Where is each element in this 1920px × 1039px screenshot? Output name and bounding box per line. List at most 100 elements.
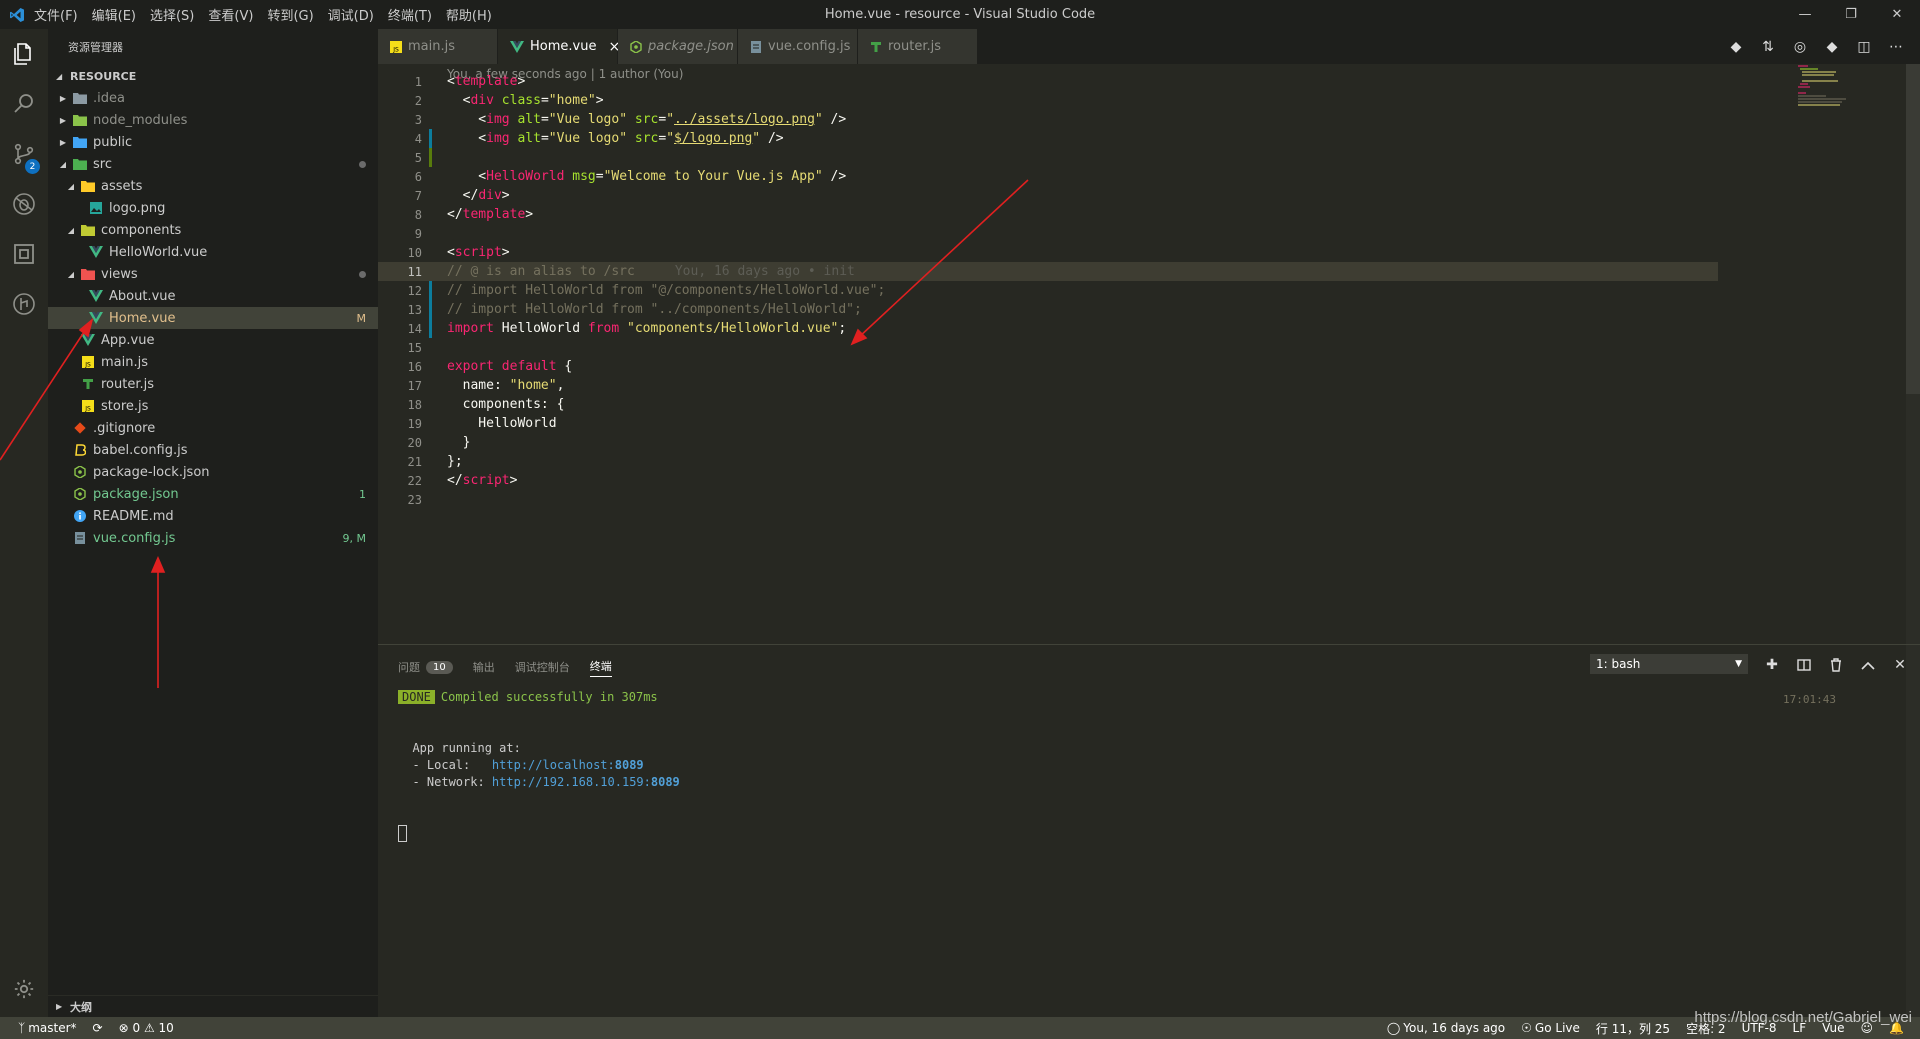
tree-item[interactable]: babel.config.js — [48, 439, 378, 461]
code-line[interactable]: 13 // import HelloWorld from "../componen… — [378, 300, 1718, 319]
code-line[interactable]: 15 — [378, 338, 1718, 357]
tree-item[interactable]: About.vue — [48, 285, 378, 307]
language-mode[interactable]: Vue — [1822, 1021, 1844, 1035]
editor-scrollbar[interactable] — [1906, 64, 1920, 644]
code-line[interactable]: 11 // @ is an alias to /src You, 16 days a… — [378, 262, 1718, 281]
maximize-panel-icon[interactable] — [1852, 660, 1884, 670]
feedback-icon[interactable]: ☺ — [1861, 1021, 1874, 1035]
notifications-bell-icon[interactable]: 🔔 — [1889, 1021, 1904, 1035]
panel-tab[interactable]: 终端 — [589, 658, 612, 677]
debug-icon[interactable] — [0, 179, 48, 229]
tree-item[interactable]: package.json 1 — [48, 483, 378, 505]
tree-item[interactable]: ▶ .idea — [48, 87, 378, 109]
local-url[interactable]: http://localhost: — [492, 758, 615, 772]
tree-item-selected[interactable]: Home.vue M — [48, 307, 378, 329]
code-line[interactable]: 9 — [378, 224, 1718, 243]
problems-indicator[interactable]: ⊗ 0 ⚠ 10 — [119, 1021, 174, 1035]
minimap[interactable] — [1796, 64, 1856, 124]
go-live-button[interactable]: ☉ Go Live — [1521, 1021, 1580, 1035]
tree-item[interactable]: ▶ node_modules — [48, 109, 378, 131]
cursor-position[interactable]: 行 11，列 25 — [1596, 1020, 1670, 1037]
code-line[interactable]: 20 } — [378, 433, 1718, 452]
open-changes-icon[interactable]: ⇅ — [1752, 39, 1784, 55]
minimize-icon[interactable]: — — [1782, 0, 1828, 29]
extensions-icon[interactable] — [0, 229, 48, 279]
gitlens-icon[interactable] — [0, 279, 48, 329]
menu-item[interactable]: 调试(D) — [328, 9, 374, 24]
tree-item[interactable]: ▶ public — [48, 131, 378, 153]
tree-item[interactable]: HelloWorld.vue — [48, 241, 378, 263]
tree-item[interactable]: logo.png — [48, 197, 378, 219]
tree-item[interactable]: package-lock.json — [48, 461, 378, 483]
editor-tab[interactable]: vue.config.js — [738, 29, 858, 64]
tree-item[interactable]: JS main.js — [48, 351, 378, 373]
code-line[interactable]: 19 HelloWorld — [378, 414, 1718, 433]
workspace-section[interactable]: ◢ RESOURCE — [48, 65, 378, 87]
network-port[interactable]: 8089 — [651, 775, 680, 789]
code-line[interactable]: 5 — [378, 148, 1718, 167]
panel-tab[interactable]: 输出 — [473, 659, 495, 675]
panel-tab[interactable]: 调试控制台 — [515, 659, 570, 675]
code-line[interactable]: 3 <img alt="Vue logo" src="../assets/log… — [378, 110, 1718, 129]
local-port[interactable]: 8089 — [615, 758, 644, 772]
preview-icon[interactable]: ◎ — [1784, 39, 1816, 55]
trash-icon[interactable] — [1820, 658, 1852, 672]
close-window-icon[interactable]: ✕ — [1874, 0, 1920, 29]
editor-scrollbar-thumb[interactable] — [1906, 64, 1920, 394]
line-ending[interactable]: LF — [1793, 1021, 1807, 1035]
editor-tab[interactable]: JS main.js — [378, 29, 498, 64]
restore-icon[interactable]: ❐ — [1828, 0, 1874, 29]
editor-tab[interactable]: router.js — [858, 29, 978, 64]
tree-item[interactable]: JS store.js — [48, 395, 378, 417]
tree-item[interactable]: ◢ src — [48, 153, 378, 175]
code-line[interactable]: 14 import HelloWorld from "components/Hel… — [378, 319, 1718, 338]
tree-item[interactable]: App.vue — [48, 329, 378, 351]
terminal-output[interactable]: DONE Compiled successfully in 307ms App r… — [398, 689, 680, 842]
code-editor[interactable]: You, a few seconds ago | 1 author (You) … — [378, 64, 1920, 644]
code-line[interactable]: 21}; — [378, 452, 1718, 471]
code-line[interactable]: 10 <script> — [378, 243, 1718, 262]
tree-item[interactable]: .gitignore — [48, 417, 378, 439]
blame-toggle-icon[interactable]: ◆ — [1816, 39, 1848, 55]
tree-item[interactable]: ◢ views — [48, 263, 378, 285]
code-line[interactable]: 8 </template> — [378, 205, 1718, 224]
editor-tab[interactable]: package.json — [618, 29, 738, 64]
split-terminal-icon[interactable] — [1788, 658, 1820, 672]
code-line[interactable]: 6 <HelloWorld msg="Welcome to Your Vue.j… — [378, 167, 1718, 186]
network-url[interactable]: http://192.168.10.159: — [492, 775, 651, 789]
terminal-select[interactable]: 1: bash ▼ — [1590, 654, 1748, 674]
split-editor-icon[interactable]: ◫ — [1848, 39, 1880, 55]
code-line[interactable]: 22 </script> — [378, 471, 1718, 490]
code-line[interactable]: 18 components: { — [378, 395, 1718, 414]
outline-section[interactable]: ▶ 大纲 — [48, 995, 378, 1017]
git-branch[interactable]: ᛉ master* — [18, 1021, 77, 1035]
menu-item[interactable]: 终端(T) — [388, 9, 432, 24]
menu-item[interactable]: 查看(V) — [208, 9, 253, 24]
menu-item[interactable]: 编辑(E) — [92, 9, 136, 24]
panel-scrollbar[interactable] — [1906, 645, 1920, 1018]
code-line[interactable]: 1 <template> — [378, 72, 1718, 91]
encoding[interactable]: UTF-8 — [1742, 1021, 1777, 1035]
code-line[interactable]: 23 — [378, 490, 1718, 509]
new-terminal-icon[interactable]: ✚ — [1756, 657, 1788, 673]
menu-item[interactable]: 转到(G) — [267, 9, 313, 24]
code-line[interactable]: 4 <img alt="Vue logo" src="$/logo.png" /… — [378, 129, 1718, 148]
menu-item[interactable]: 帮助(H) — [446, 9, 492, 24]
tree-item[interactable]: router.js — [48, 373, 378, 395]
source-control-icon[interactable]: 2 — [0, 129, 48, 179]
tree-item[interactable]: ◢ components — [48, 219, 378, 241]
explorer-icon[interactable] — [0, 29, 48, 79]
code-line[interactable]: 2 <div class="home"> — [378, 91, 1718, 110]
blame-status[interactable]: ◯ You, 16 days ago — [1387, 1021, 1505, 1035]
menu-item[interactable]: 文件(F) — [34, 9, 78, 24]
code-line[interactable]: 12 // import HelloWorld from "@/component… — [378, 281, 1718, 300]
editor-tab[interactable]: Home.vue × — [498, 29, 620, 64]
code-line[interactable]: 17 name: "home", — [378, 376, 1718, 395]
tree-item[interactable]: vue.config.js 9, M — [48, 527, 378, 549]
tree-item[interactable]: README.md — [48, 505, 378, 527]
search-icon[interactable] — [0, 79, 48, 129]
git-compare-icon[interactable]: ◆ — [1720, 39, 1752, 55]
indentation[interactable]: 空格: 2 — [1686, 1020, 1726, 1037]
settings-gear-icon[interactable] — [0, 969, 48, 1009]
more-actions-icon[interactable]: ⋯ — [1880, 39, 1912, 55]
